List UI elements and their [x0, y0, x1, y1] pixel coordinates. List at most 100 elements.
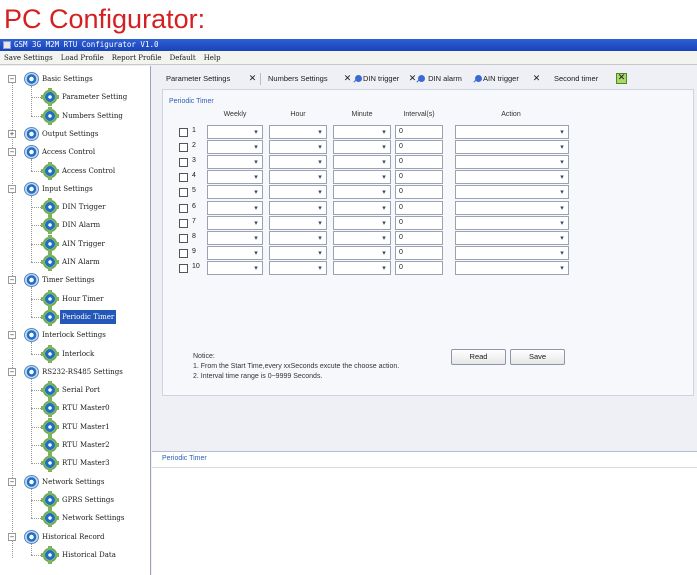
chevron-down-icon[interactable]: ▾ [315, 127, 325, 137]
chevron-down-icon[interactable]: ▾ [315, 203, 325, 213]
chevron-down-icon[interactable]: ▾ [251, 172, 261, 182]
hour-select[interactable]: ▾ [269, 155, 327, 170]
chevron-down-icon[interactable]: ▾ [315, 187, 325, 197]
weekly-select[interactable]: ▾ [207, 170, 263, 185]
row-enable-checkbox[interactable] [179, 203, 188, 213]
chevron-down-icon[interactable]: ▾ [379, 248, 389, 258]
interval-input[interactable]: 0 [395, 185, 443, 200]
interval-input[interactable]: 0 [395, 215, 443, 230]
interval-input[interactable]: 0 [395, 155, 443, 170]
chevron-down-icon[interactable]: ▾ [315, 157, 325, 167]
collapse-icon[interactable]: − [8, 532, 16, 541]
chevron-down-icon[interactable]: ▾ [315, 142, 325, 152]
weekly-select[interactable]: ▾ [207, 260, 263, 275]
minute-select[interactable]: ▾ [333, 215, 391, 230]
chevron-down-icon[interactable]: ▾ [251, 157, 261, 167]
hour-select[interactable]: ▾ [269, 200, 327, 215]
row-enable-checkbox[interactable] [179, 158, 188, 168]
minute-select[interactable]: ▾ [333, 245, 391, 260]
chevron-down-icon[interactable]: ▾ [557, 263, 567, 273]
menu-save-settings[interactable]: Save Settings [0, 51, 57, 65]
close-icon[interactable]: ✕ [248, 74, 257, 83]
chevron-down-icon[interactable]: ▾ [251, 233, 261, 243]
action-select[interactable]: ▾ [455, 215, 569, 230]
interval-input[interactable]: 0 [395, 245, 443, 260]
interval-input[interactable]: 0 [395, 230, 443, 245]
collapse-icon[interactable]: − [8, 148, 16, 157]
chevron-down-icon[interactable]: ▾ [557, 203, 567, 213]
action-select[interactable]: ▾ [455, 185, 569, 200]
row-enable-checkbox[interactable] [179, 233, 188, 243]
row-enable-checkbox[interactable] [179, 218, 188, 228]
chevron-down-icon[interactable]: ▾ [251, 203, 261, 213]
hour-select[interactable]: ▾ [269, 140, 327, 155]
row-enable-checkbox[interactable] [179, 188, 188, 198]
row-enable-checkbox[interactable] [179, 263, 188, 273]
minute-select[interactable]: ▾ [333, 125, 391, 139]
chevron-down-icon[interactable]: ▾ [379, 187, 389, 197]
chevron-down-icon[interactable]: ▾ [557, 233, 567, 243]
weekly-select[interactable]: ▾ [207, 200, 263, 215]
chevron-down-icon[interactable]: ▾ [315, 248, 325, 258]
hour-select[interactable]: ▾ [269, 170, 327, 185]
chevron-down-icon[interactable]: ▾ [557, 248, 567, 258]
hour-select[interactable]: ▾ [269, 185, 327, 200]
minute-select[interactable]: ▾ [333, 170, 391, 185]
chevron-down-icon[interactable]: ▾ [251, 218, 261, 228]
hour-select[interactable]: ▾ [269, 125, 327, 139]
weekly-select[interactable]: ▾ [207, 215, 263, 230]
chevron-down-icon[interactable]: ▾ [379, 218, 389, 228]
action-select[interactable]: ▾ [455, 230, 569, 245]
chevron-down-icon[interactable]: ▾ [379, 157, 389, 167]
interval-input[interactable]: 0 [395, 200, 443, 215]
menu-load-profile[interactable]: Load Profile [57, 51, 108, 65]
action-select[interactable]: ▾ [455, 200, 569, 215]
tab-second-timer[interactable]: Second timer [554, 71, 598, 87]
chevron-down-icon[interactable]: ▾ [251, 187, 261, 197]
interval-input[interactable]: 0 [395, 260, 443, 275]
close-icon[interactable]: ✕ [343, 74, 352, 83]
action-select[interactable]: ▾ [455, 260, 569, 275]
chevron-down-icon[interactable]: ▾ [251, 263, 261, 273]
chevron-down-icon[interactable]: ▾ [315, 233, 325, 243]
row-enable-checkbox[interactable] [179, 128, 188, 137]
close-icon[interactable]: ✕ [616, 73, 627, 84]
tab-ain-trigger[interactable]: AIN trigger ✕ [475, 71, 540, 87]
chevron-down-icon[interactable]: ▾ [379, 203, 389, 213]
row-enable-checkbox[interactable] [179, 248, 188, 258]
row-enable-checkbox[interactable] [179, 173, 188, 183]
action-select[interactable]: ▾ [455, 170, 569, 185]
chevron-down-icon[interactable]: ▾ [557, 157, 567, 167]
chevron-down-icon[interactable]: ▾ [251, 248, 261, 258]
chevron-down-icon[interactable]: ▾ [557, 127, 567, 137]
chevron-down-icon[interactable]: ▾ [379, 233, 389, 243]
read-button[interactable]: Read [451, 349, 506, 365]
chevron-down-icon[interactable]: ▾ [379, 263, 389, 273]
chevron-down-icon[interactable]: ▾ [379, 127, 389, 137]
minute-select[interactable]: ▾ [333, 155, 391, 170]
interval-input[interactable]: 0 [395, 170, 443, 185]
hour-select[interactable]: ▾ [269, 230, 327, 245]
tab-parameter-settings[interactable]: Parameter Settings ✕ [166, 71, 256, 87]
chevron-down-icon[interactable]: ▾ [379, 172, 389, 182]
weekly-select[interactable]: ▾ [207, 185, 263, 200]
chevron-down-icon[interactable]: ▾ [251, 127, 261, 137]
collapse-icon[interactable]: − [8, 477, 16, 486]
action-select[interactable]: ▾ [455, 125, 569, 139]
collapse-icon[interactable]: − [8, 331, 16, 340]
chevron-down-icon[interactable]: ▾ [251, 142, 261, 152]
minute-select[interactable]: ▾ [333, 260, 391, 275]
chevron-down-icon[interactable]: ▾ [557, 187, 567, 197]
weekly-select[interactable]: ▾ [207, 140, 263, 155]
hour-select[interactable]: ▾ [269, 215, 327, 230]
chevron-down-icon[interactable]: ▾ [315, 218, 325, 228]
chevron-down-icon[interactable]: ▾ [557, 172, 567, 182]
collapse-icon[interactable]: − [8, 276, 16, 285]
menu-report-profile[interactable]: Report Profile [108, 51, 166, 65]
collapse-icon[interactable]: − [8, 184, 16, 193]
chevron-down-icon[interactable]: ▾ [557, 218, 567, 228]
menu-help[interactable]: Help [200, 51, 225, 65]
tab-din-trigger[interactable]: DIN trigger ✕ [355, 71, 416, 87]
action-select[interactable]: ▾ [455, 245, 569, 260]
expand-icon[interactable]: + [8, 129, 16, 138]
